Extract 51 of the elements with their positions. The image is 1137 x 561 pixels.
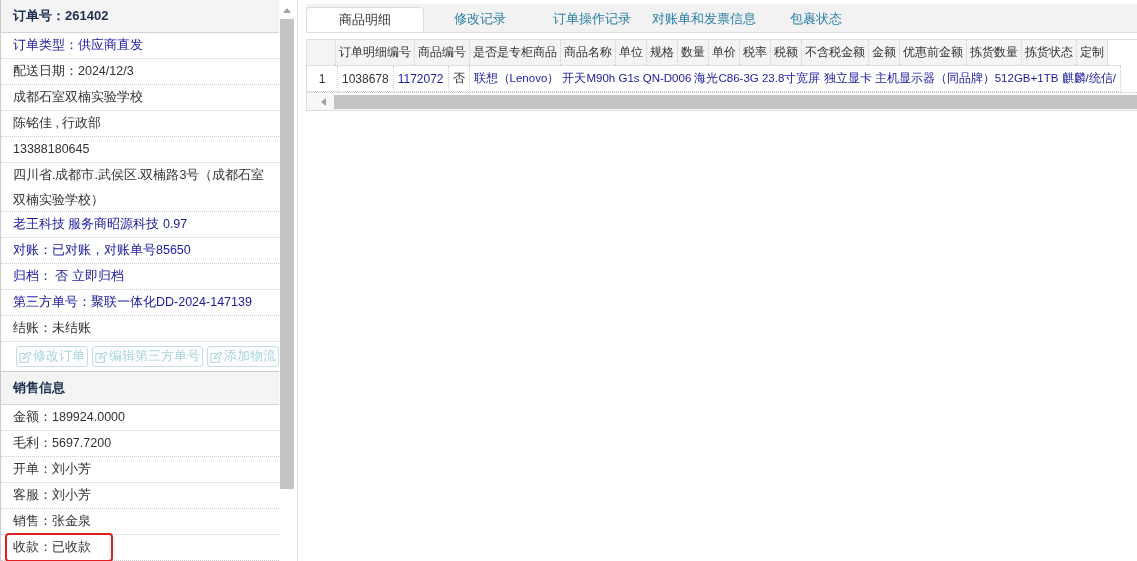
order-info-text: 13388180645 [13,141,91,158]
sales-info-heading: 销售信息 [1,372,279,405]
sales-info-text: 开单：刘小芳 [13,461,92,478]
order-info-text[interactable]: 归档： 否 立即归档 [13,264,128,289]
column-header: 金额 [868,40,900,65]
column-header: 是否是专柜商品 [469,40,561,65]
sales-info-text: 收款：已收款 [7,535,111,560]
column-header: 商品名称 [560,40,616,65]
scroll-left-icon[interactable] [321,97,326,106]
table-cell: 1038678 [337,65,394,92]
edit-icon [95,350,107,363]
scroll-up-icon[interactable] [283,8,291,13]
column-header: 规格 [646,40,678,65]
column-header: 定制 [1076,40,1108,65]
column-header: 拣货状态 [1021,40,1077,65]
table-cell: 否 [448,65,470,92]
row-number: 1 [307,65,338,92]
column-header: 单位 [615,40,647,65]
order-info-text[interactable]: 订单类型：供应商直发 [13,33,147,58]
sales-info-text: 销售：张金泉 [13,513,92,530]
column-header: 不含税金额 [801,40,869,65]
tab[interactable]: 对账单和发票信息 [648,7,760,32]
column-header: 优惠前金额 [899,40,967,65]
column-header: 数量 [677,40,709,65]
column-header: 商品编号 [414,40,470,65]
sales-info-text: 客服：刘小芳 [13,487,92,504]
order-number-heading: 订单号：261402 [1,0,279,33]
product-id-link[interactable]: 1172072 [393,65,449,92]
column-header: 税额 [770,40,802,65]
tab[interactable]: 商品明细 [306,7,424,32]
sales-info-text: 金额：189924.0000 [13,409,126,426]
order-info-text[interactable]: 对账：已对账，对账单号85650 [13,238,195,263]
order-info-text: 配送日期：2024/12/3 [13,63,135,80]
tab[interactable]: 订单操作记录 [536,7,648,32]
column-header: 单价 [708,40,740,65]
tab[interactable]: 包裹状态 [760,7,872,32]
product-name-link[interactable]: 联想（Lenovo） 开天M90h G1s QN-D006 海光C86-3G 23.8寸宽屏 独立显卡 主机显示器（同品牌）512GB+1TB 麒麟/统信/ [469,65,1121,92]
column-header: 订单明细编号 [335,40,415,65]
sales-info-text: 毛利：5697.7200 [13,435,113,452]
order-info-text: 四川省.成都市.武侯区.双楠路3号（成都石室双楠实验学校） [13,167,266,209]
order-info-text: 结账：未结账 [13,320,92,337]
tab[interactable]: 修改记录 [424,7,536,32]
horizontal-scrollbar[interactable] [307,92,1137,110]
column-header: 税率 [739,40,771,65]
column-header: 拣货数量 [966,40,1022,65]
edit-icon [19,350,31,363]
order-info-text[interactable]: 老王科技 服务商昭源科技 0.97 [13,212,192,237]
order-info-text: 陈铭佳 , 行政部 [13,115,103,132]
edit-icon [210,350,222,363]
order-info-text[interactable]: 第三方单号：聚联一体化DD-2024-147139 [13,290,256,315]
order-info-text: 成都石室双楠实验学校 [13,89,144,106]
